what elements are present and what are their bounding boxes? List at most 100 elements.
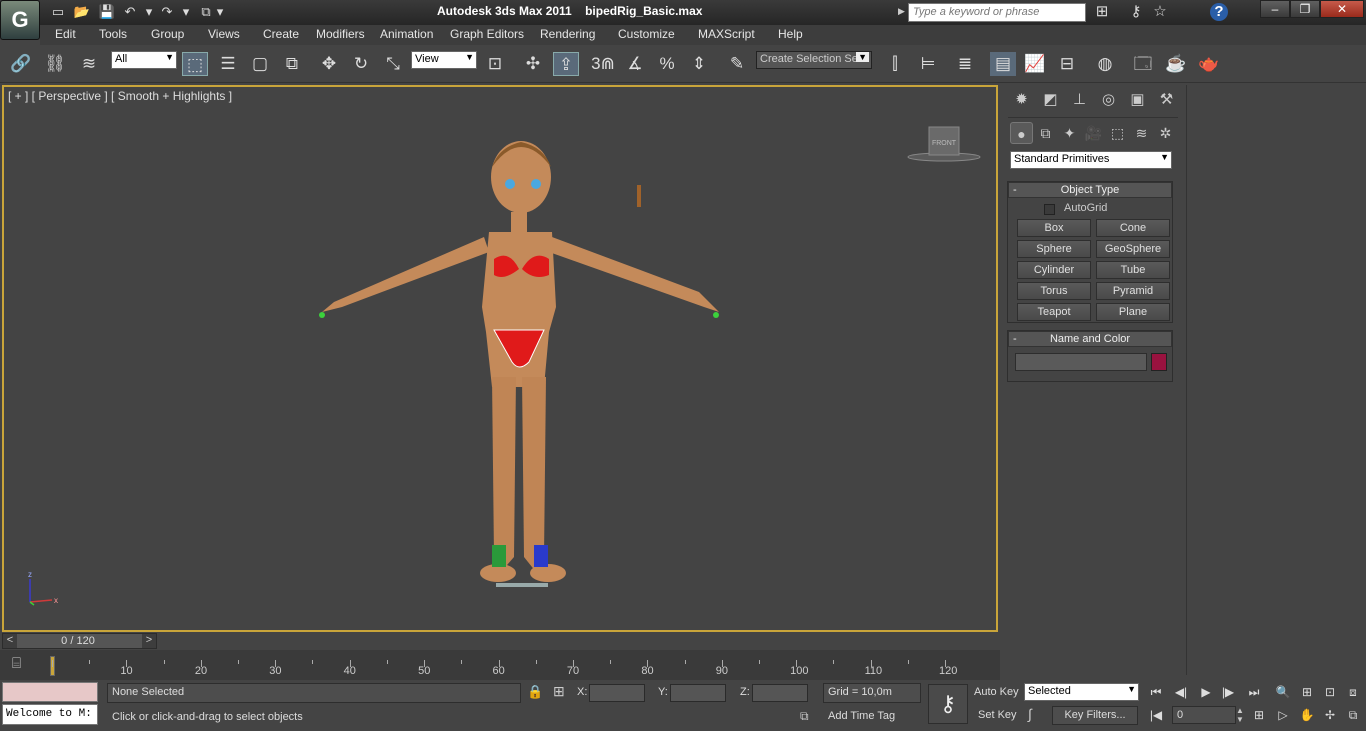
tab-modify-icon[interactable]: ◩	[1037, 89, 1064, 111]
window-crossing-icon[interactable]: ⧉	[279, 52, 305, 76]
menu-create[interactable]: Create	[263, 27, 299, 41]
unlink-selection-icon[interactable]: ⛓	[42, 52, 68, 76]
previous-frame-icon[interactable]: ◀|	[1170, 683, 1192, 701]
render-production-icon[interactable]: 🫖	[1196, 52, 1222, 76]
named-selection-sets-dropdown[interactable]: Create Selection Se ▼	[756, 51, 872, 69]
create-geosphere-button[interactable]: GeoSphere	[1096, 240, 1170, 258]
help-icon[interactable]: ?	[1210, 3, 1228, 21]
play-icon[interactable]: ▶	[1195, 683, 1217, 701]
customize-dropdown-icon[interactable]: ▾	[215, 3, 225, 21]
maxscript-mini-listener[interactable]: Welcome to M:	[2, 704, 98, 725]
menu-customize[interactable]: Customize	[618, 27, 675, 41]
category-lights-icon[interactable]: ✦	[1058, 122, 1081, 144]
category-shapes-icon[interactable]: ⧉	[1034, 122, 1057, 144]
select-object-icon[interactable]: ⬚	[182, 52, 208, 76]
menu-tools[interactable]: Tools	[99, 27, 127, 41]
tab-utilities-icon[interactable]: ⚒	[1153, 89, 1180, 111]
create-teapot-button[interactable]: Teapot	[1017, 303, 1091, 321]
percent-snap-icon[interactable]: %	[654, 52, 680, 76]
object-color-swatch[interactable]	[1151, 353, 1167, 371]
category-systems-icon[interactable]: ✲	[1154, 122, 1177, 144]
rectangular-selection-region-icon[interactable]: ▢	[247, 52, 273, 76]
select-and-link-icon[interactable]: 🔗	[8, 52, 34, 76]
graphite-modeling-tools-icon[interactable]: ▤	[990, 52, 1016, 76]
use-pivot-point-center-icon[interactable]: ⊡	[482, 52, 508, 76]
create-plane-button[interactable]: Plane	[1096, 303, 1170, 321]
time-slider-prev-button[interactable]: <	[3, 634, 17, 648]
category-space-warps-icon[interactable]: ≋	[1130, 122, 1153, 144]
bind-to-space-warp-icon[interactable]: ≋	[76, 52, 102, 76]
select-and-manipulate-icon[interactable]: ✣	[520, 52, 546, 76]
tab-hierarchy-icon[interactable]: ⊥	[1066, 89, 1093, 111]
redo-dropdown-icon[interactable]: ▾	[181, 3, 191, 21]
tab-create-icon[interactable]: ✹	[1008, 89, 1035, 111]
primitive-type-dropdown[interactable]: Standard Primitives ▼	[1010, 151, 1172, 169]
render-setup-icon[interactable]: 🗔	[1130, 52, 1156, 76]
keyboard-shortcut-override-icon[interactable]: ⇪	[553, 52, 579, 76]
next-frame-icon[interactable]: |▶	[1217, 683, 1239, 701]
current-frame-spinner[interactable]: ▲ ▼	[1236, 706, 1246, 724]
mirror-icon[interactable]: ⫿	[882, 52, 908, 76]
default-in-out-tangents-icon[interactable]: ∫	[1028, 706, 1032, 722]
set-key-button[interactable]: Set Key	[978, 709, 1017, 721]
align-icon[interactable]: ⊨	[915, 52, 941, 76]
save-icon[interactable]: 💾	[97, 3, 117, 21]
set-key-mode-key-icon[interactable]: ⚷	[928, 684, 968, 724]
reference-coordinate-dropdown[interactable]: View ▼	[411, 51, 477, 69]
go-to-end-icon[interactable]: ⏭	[1243, 683, 1265, 701]
binoculars-icon[interactable]: ⊞	[1092, 3, 1112, 21]
star-icon[interactable]: ☆	[1150, 3, 1170, 21]
zoom-all-icon[interactable]: ⊞	[1296, 683, 1318, 701]
material-editor-icon[interactable]: ◍	[1092, 52, 1118, 76]
maxscript-mini-listener-top[interactable]	[2, 682, 98, 702]
orbit-icon[interactable]: ✢	[1319, 706, 1341, 724]
key-icon[interactable]: ⚷	[1126, 3, 1146, 21]
create-pyramid-button[interactable]: Pyramid	[1096, 282, 1170, 300]
viewcube[interactable]: FRONT	[907, 126, 981, 162]
category-cameras-icon[interactable]: 🎥	[1082, 122, 1105, 144]
scene-canvas[interactable]: FRONT z x	[4, 87, 996, 630]
schematic-view-icon[interactable]: ⊟	[1054, 52, 1080, 76]
create-sphere-button[interactable]: Sphere	[1017, 240, 1091, 258]
name-and-color-rollout-header[interactable]: - Name and Color	[1008, 331, 1172, 347]
search-expand-icon[interactable]: ▶	[898, 6, 905, 17]
autogrid-checkbox[interactable]	[1044, 204, 1055, 215]
project-folder-icon[interactable]: ⧉	[196, 3, 216, 21]
biped-character[interactable]	[319, 141, 719, 587]
selection-lock-icon[interactable]: 🔒	[527, 684, 543, 700]
menu-rendering[interactable]: Rendering	[540, 27, 595, 41]
menu-views[interactable]: Views	[208, 27, 240, 41]
category-helpers-icon[interactable]: ⬚	[1106, 122, 1129, 144]
field-of-view-icon[interactable]: ▷	[1272, 706, 1294, 724]
spinner-snap-icon[interactable]: ⇕	[686, 52, 712, 76]
x-coordinate-input[interactable]	[589, 684, 645, 702]
select-and-scale-icon[interactable]: ⤡	[380, 52, 406, 76]
open-file-icon[interactable]: 📂	[72, 3, 92, 21]
menu-help[interactable]: Help	[778, 27, 803, 41]
current-frame-input[interactable]: 0	[1172, 706, 1236, 724]
undo-dropdown-icon[interactable]: ▾	[144, 3, 154, 21]
menu-graph-editors[interactable]: Graph Editors	[450, 27, 524, 41]
rendered-frame-window-icon[interactable]: ☕	[1163, 52, 1189, 76]
key-mode-toggle-icon[interactable]: |◀	[1145, 706, 1167, 724]
create-torus-button[interactable]: Torus	[1017, 282, 1091, 300]
time-tag-icon[interactable]: ⧉	[800, 709, 809, 724]
select-by-name-icon[interactable]: ☰	[215, 52, 241, 76]
y-coordinate-input[interactable]	[670, 684, 726, 702]
create-cone-button[interactable]: Cone	[1096, 219, 1170, 237]
absolute-mode-transform-icon[interactable]: ⊞	[553, 683, 565, 700]
redo-icon[interactable]: ↷	[157, 3, 177, 21]
tab-display-icon[interactable]: ▣	[1124, 89, 1151, 111]
perspective-viewport[interactable]: FRONT z x	[2, 85, 998, 632]
maximize-viewport-toggle-icon[interactable]: ⧉	[1342, 706, 1364, 724]
undo-icon[interactable]: ↶	[120, 3, 140, 21]
menu-animation[interactable]: Animation	[380, 27, 433, 41]
time-slider[interactable]: < 0 / 120 >	[2, 633, 157, 649]
key-filters-button[interactable]: Key Filters...	[1052, 706, 1138, 725]
selection-filter-dropdown[interactable]: All ▼	[111, 51, 177, 69]
tab-motion-icon[interactable]: ◎	[1095, 89, 1122, 111]
z-coordinate-input[interactable]	[752, 684, 808, 702]
zoom-icon[interactable]: 🔍	[1272, 683, 1294, 701]
curve-editor-icon[interactable]: 📈	[1022, 52, 1048, 76]
menu-modifiers[interactable]: Modifiers	[316, 27, 365, 41]
